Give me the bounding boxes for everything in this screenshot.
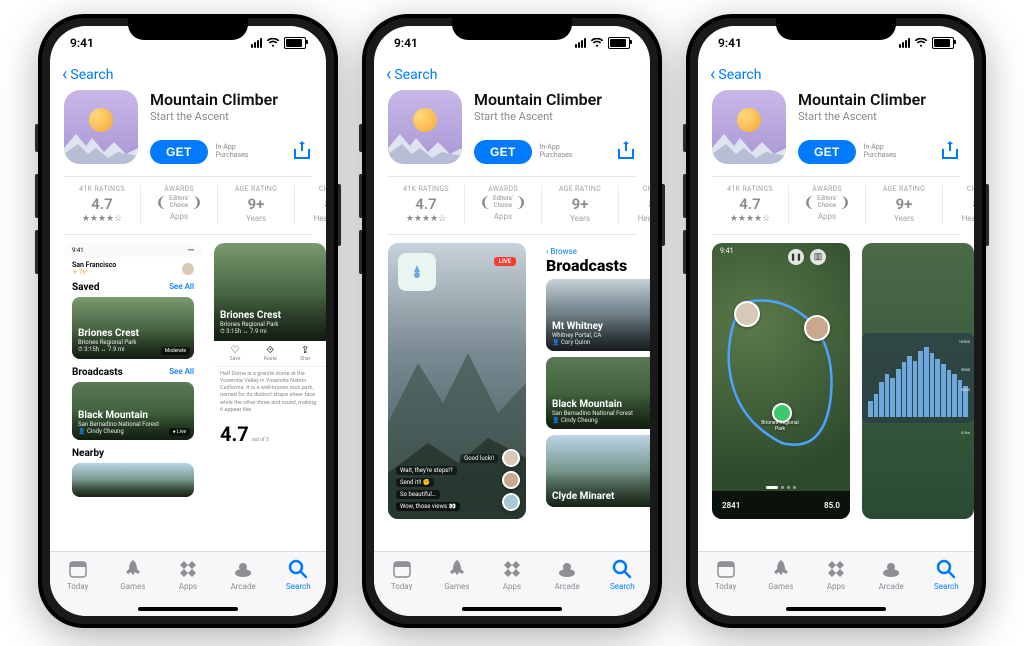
tab-today[interactable]: Today bbox=[53, 558, 103, 591]
elevation-chart: 10500 5000 3000 0.0m bbox=[862, 333, 974, 423]
back-nav[interactable]: ‹Search bbox=[374, 60, 650, 90]
app-subtitle: Start the Ascent bbox=[150, 110, 312, 123]
route-path bbox=[712, 243, 850, 519]
tab-search[interactable]: Search bbox=[921, 558, 971, 591]
back-nav[interactable]: ‹Search bbox=[698, 60, 974, 90]
battery-icon bbox=[284, 37, 306, 49]
laurel-left-icon: ❨ bbox=[155, 195, 167, 211]
arcade-icon bbox=[232, 558, 254, 580]
back-nav[interactable]: ‹ Search bbox=[50, 60, 326, 90]
share-button[interactable] bbox=[292, 140, 312, 164]
iap-label: In-AppPurchases bbox=[216, 144, 249, 159]
avatar-2 bbox=[804, 315, 830, 341]
laurel-right-icon: ❩ bbox=[191, 195, 203, 211]
wifi-icon bbox=[266, 38, 280, 48]
screenshot-1[interactable]: 9:41 ❚❚ ▥ Briones Regional Park 2841 85.… bbox=[712, 243, 850, 519]
stat-right: 85.0 bbox=[824, 501, 840, 510]
tab-search[interactable]: Search bbox=[273, 558, 323, 591]
apps-icon bbox=[177, 558, 199, 580]
chevron-left-icon: ‹ bbox=[62, 66, 67, 84]
get-button[interactable]: GET bbox=[474, 140, 532, 164]
stat-left: 2841 bbox=[722, 501, 740, 510]
status-time: 9:41 bbox=[70, 36, 94, 50]
tab-games[interactable]: Games bbox=[756, 558, 806, 591]
tab-games[interactable]: Games bbox=[108, 558, 158, 591]
stat-age[interactable]: AGE RATING 9+ Years bbox=[218, 185, 295, 224]
tab-apps[interactable]: Apps bbox=[811, 558, 861, 591]
home-indicator[interactable] bbox=[138, 607, 238, 611]
tab-today[interactable]: Today bbox=[377, 558, 427, 591]
search-icon bbox=[287, 558, 309, 580]
screenshots-row[interactable]: 9:41••• San Francisco☀ 76° SavedSee All … bbox=[50, 235, 326, 525]
get-button[interactable]: GET bbox=[798, 140, 856, 164]
screenshots-row[interactable]: LIVE Good luck!! Wait, they're steps!? S… bbox=[374, 235, 650, 525]
tab-arcade[interactable]: Arcade bbox=[866, 558, 916, 591]
tab-arcade[interactable]: Arcade bbox=[218, 558, 268, 591]
tab-apps[interactable]: Apps bbox=[487, 558, 537, 591]
phone-mockup-1: 9:41 ‹ Search Mountain Climber Start the… bbox=[38, 14, 338, 628]
app-title: Mountain Climber bbox=[150, 90, 312, 109]
tab-apps[interactable]: Apps bbox=[163, 558, 213, 591]
avatar-1 bbox=[734, 301, 760, 327]
share-button[interactable] bbox=[940, 140, 960, 164]
home-indicator[interactable] bbox=[786, 607, 886, 611]
tab-games[interactable]: Games bbox=[432, 558, 482, 591]
stars-icon: ★★★★☆ bbox=[82, 215, 122, 224]
share-button[interactable] bbox=[616, 140, 636, 164]
stat-awards[interactable]: AWARDS ❨Editors'Choice❩ Apps bbox=[141, 185, 218, 224]
chevron-left-icon: ‹ bbox=[386, 66, 391, 84]
screenshots-row[interactable]: 9:41 ❚❚ ▥ Briones Regional Park 2841 85.… bbox=[698, 235, 974, 525]
screenshot-2[interactable]: Briones CrestBriones Regional Park⏱ 3:15… bbox=[214, 243, 326, 519]
today-icon bbox=[67, 558, 89, 580]
stats-row[interactable]: 41K RATINGS4.7★★★★☆ AWARDS❨Editors'Choic… bbox=[698, 177, 974, 234]
home-indicator[interactable] bbox=[462, 607, 562, 611]
app-icon[interactable] bbox=[388, 90, 462, 164]
tab-arcade[interactable]: Arcade bbox=[542, 558, 592, 591]
get-button[interactable]: GET bbox=[150, 140, 208, 164]
screenshot-2[interactable]: 10500 5000 3000 0.0m bbox=[862, 243, 974, 519]
avatar-icon bbox=[182, 263, 194, 275]
phone-mockup-2: 9:41 ‹Search Mountain Climber Start the … bbox=[362, 14, 662, 628]
stat-ratings[interactable]: 41K RATINGS 4.7 ★★★★☆ bbox=[64, 185, 141, 224]
app-icon[interactable] bbox=[64, 90, 138, 164]
chevron-left-icon: ‹ bbox=[710, 66, 715, 84]
cellular-icon bbox=[251, 38, 262, 48]
tab-today[interactable]: Today bbox=[701, 558, 751, 591]
phone-mockup-3: 9:41 ‹Search Mountain Climber Start the … bbox=[686, 14, 986, 628]
back-label: Search bbox=[70, 67, 113, 83]
stats-row[interactable]: 41K RATINGS4.7★★★★☆ AWARDS❨Editors'Choic… bbox=[374, 177, 650, 234]
stat-charts[interactable]: CHARTS #3 Health & Fi bbox=[295, 185, 326, 224]
app-icon[interactable] bbox=[712, 90, 786, 164]
screenshot-1[interactable]: LIVE Good luck!! Wait, they're steps!? S… bbox=[388, 243, 526, 519]
rocket-icon bbox=[122, 558, 144, 580]
screenshot-1[interactable]: 9:41••• San Francisco☀ 76° SavedSee All … bbox=[64, 243, 202, 519]
tab-search[interactable]: Search bbox=[597, 558, 647, 591]
stats-row[interactable]: 41K RATINGS 4.7 ★★★★☆ AWARDS ❨Editors'Ch… bbox=[50, 177, 326, 234]
screenshot-2[interactable]: ‹ Browse Broadcasts Mt WhitneyWhitney Po… bbox=[538, 243, 650, 519]
